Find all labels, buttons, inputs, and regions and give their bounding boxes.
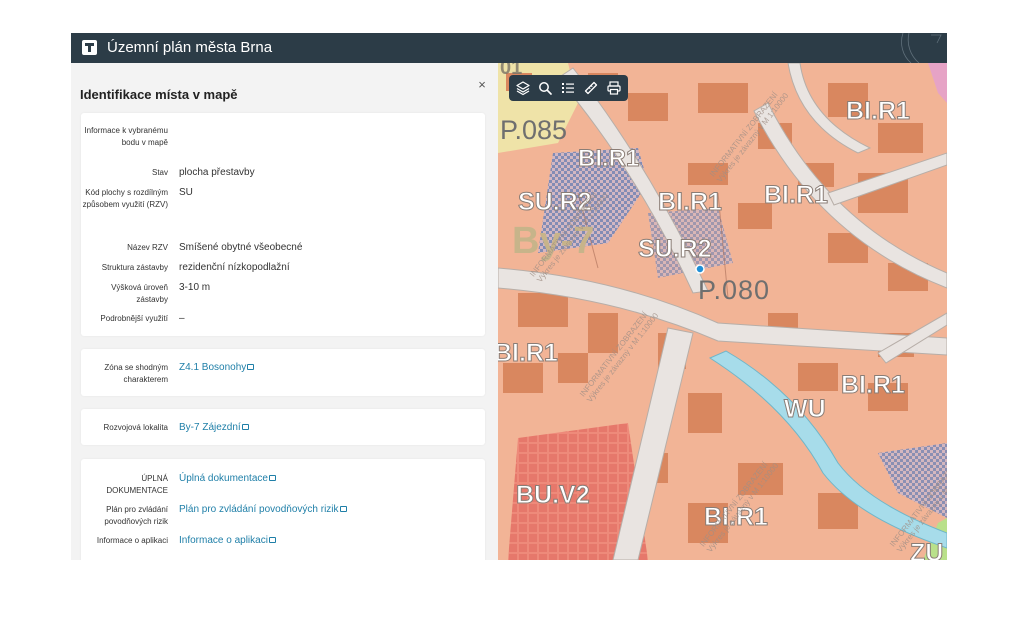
info-label: Výšková úroveň zástavby — [111, 283, 168, 304]
map-watermark: INFORMATIVNÍ ZOBRAZENÍ Výkres je závazný… — [698, 433, 798, 554]
watermark-line: Výkres je závazný v M 1:10000 — [585, 311, 661, 405]
map-label-zu: ZU — [909, 539, 944, 561]
print-icon[interactable] — [605, 79, 623, 97]
search-icon[interactable] — [536, 79, 554, 97]
header-decoration-icon — [901, 33, 942, 63]
zone-card: Zóna se shodným charakterem Z4.1 Bosonoh… — [81, 349, 485, 396]
map-label-p080: P.080 — [698, 275, 771, 305]
locality-label: Rozvojová lokalita — [103, 423, 168, 432]
doc-label: Plán pro zvládání povodňových rizik — [104, 505, 168, 526]
info-value: 3-10 m — [179, 282, 211, 293]
doc-link[interactable]: Informace o aplikaci — [179, 534, 276, 547]
map-label-sur2: SU.R2 — [638, 235, 713, 264]
info-value: SU — [179, 187, 193, 198]
map-label-p085: P.085 — [500, 115, 568, 145]
info-label: Podrobnější využití — [100, 314, 168, 323]
app-header: Územní plán města Brna — [71, 33, 947, 63]
doc-label: ÚPLNÁ DOKUMENTACE — [106, 474, 168, 495]
external-link-icon — [247, 364, 255, 371]
zone-link[interactable]: Z4.1 Bosonohy — [179, 361, 255, 374]
zone-label: Zóna se shodným charakterem — [104, 363, 168, 384]
panel-title: Identifikace místa v mapě — [80, 87, 238, 102]
map-label-buv2: BU.V2 — [516, 481, 591, 510]
identification-panel: Identifikace místa v mapě × Informace k … — [71, 63, 498, 560]
doc-link-text[interactable]: Plán pro zvládání povodňových rizik — [179, 504, 339, 515]
map-labels: 01 P.085 BI.R1 BI.R1 SU.R2 BI.R1 BI.R1 B… — [498, 63, 947, 560]
measure-ruler-icon[interactable] — [582, 79, 600, 97]
close-button[interactable]: × — [476, 78, 488, 91]
app-title: Územní plán města Brna — [107, 39, 273, 56]
locality-card: Rozvojová lokalita By-7 Zájezdní — [81, 409, 485, 445]
external-link-icon — [241, 424, 249, 431]
external-link-icon — [339, 506, 347, 513]
map-label-wu: WU — [784, 395, 827, 424]
map-watermark: INFORMATIVNÍ ZOBRAZENÍ Výkres je závazný… — [888, 433, 947, 554]
info-label: Informace k vybranému bodu v mapě — [84, 126, 168, 147]
watermark-line: Výkres je závazný v M 1:10000 — [715, 91, 791, 185]
watermark-line: INFORMATIVNÍ ZOBRAZENÍ — [578, 310, 650, 399]
map-label-bir1: BI.R1 — [764, 181, 829, 210]
info-card: Informace k vybranému bodu v mapě Stav p… — [81, 113, 485, 336]
doc-link-text[interactable]: Informace o aplikaci — [179, 535, 268, 546]
info-value: Smíšené obytné všeobecné — [179, 242, 303, 253]
map-watermark: INFORMATIVNÍ ZOBRAZENÍ Výkres je závazný… — [578, 283, 678, 404]
info-label: Název RZV — [127, 243, 168, 252]
info-label: Kód plochy s rozdílným způsobem využití … — [82, 188, 168, 209]
map-label-bir1: BI.R1 — [841, 371, 906, 400]
doc-link-text[interactable]: Úplná dokumentace — [179, 473, 268, 484]
info-value: rezidenční nízkopodlažní — [179, 262, 290, 273]
map-label-bir1: BI.R1 — [498, 339, 558, 368]
doc-link[interactable]: Úplná dokumentace — [179, 472, 276, 485]
watermark-line: Výkres je závazný v M 1:10000 — [705, 461, 781, 555]
docs-card: ÚPLNÁ DOKUMENTACE Úplná dokumentace Plán… — [81, 459, 485, 560]
map-view[interactable]: 01 P.085 BI.R1 BI.R1 SU.R2 BI.R1 BI.R1 B… — [498, 63, 947, 560]
locality-link[interactable]: By-7 Zájezdní — [179, 421, 249, 434]
watermark-line: Výkres je závazný v M 1:10000 — [895, 461, 947, 555]
app-window: Územní plán města Brna Identifikace míst… — [71, 33, 947, 560]
zone-link-text[interactable]: Z4.1 Bosonohy — [179, 362, 246, 373]
doc-label: Informace o aplikaci — [96, 536, 168, 545]
locality-link-text[interactable]: By-7 Zájezdní — [179, 422, 241, 433]
external-link-icon — [268, 475, 276, 482]
info-label: Struktura zástavby — [101, 263, 168, 272]
t-logo-icon[interactable] — [82, 40, 97, 55]
info-label: Stav — [151, 168, 168, 177]
legend-list-icon[interactable] — [559, 79, 577, 97]
external-link-icon — [268, 537, 276, 544]
info-value: – — [179, 313, 185, 324]
map-label-bir1: BI.R1 — [658, 188, 723, 217]
doc-link[interactable]: Plán pro zvládání povodňových rizik — [179, 503, 347, 516]
layers-icon[interactable] — [514, 79, 532, 97]
map-watermark: INFORMATIVNÍ ZOBRAZENÍ Výkres je závazný… — [708, 63, 808, 184]
info-value: plocha přestavby — [179, 167, 255, 178]
watermark-line: INFORMATIVNÍ ZOBRAZENÍ — [708, 90, 780, 179]
map-label-bir1: BI.R1 — [846, 97, 911, 126]
map-toolbar — [509, 75, 628, 101]
